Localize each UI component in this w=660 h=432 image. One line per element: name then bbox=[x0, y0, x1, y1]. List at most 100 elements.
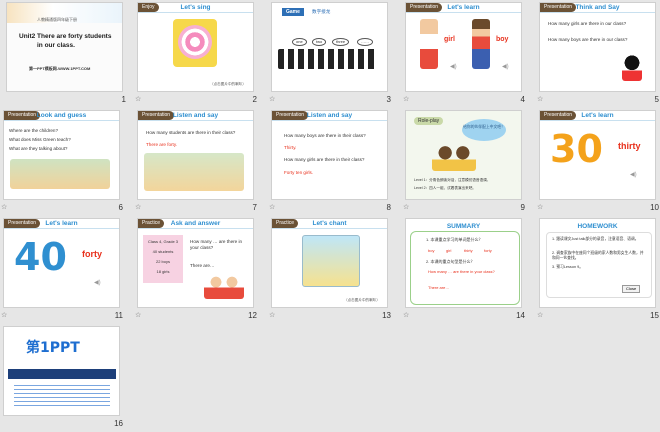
answer-2: Forty ten girls. bbox=[284, 170, 314, 175]
slide-thumbnail-11[interactable]: Presentation Let's learn 40 forty ◀) ☆ 11 bbox=[1, 216, 135, 324]
roleplay-label: Role-play bbox=[414, 117, 444, 125]
transition-icon: ☆ bbox=[537, 204, 544, 211]
slide-thumbnail-13[interactable]: Practice Let's chant （点击图片中的喇叭） ☆ 13 bbox=[269, 216, 403, 324]
slide-thumbnail-12[interactable]: Practice Ask and answer Class 4, Grade 3… bbox=[135, 216, 269, 324]
card-line: Class 4, Grade 3 bbox=[147, 239, 178, 244]
question-text: How many … are there in your class? bbox=[190, 239, 243, 250]
slide-number: 12 bbox=[248, 311, 257, 320]
bubble-more: …… bbox=[357, 38, 373, 46]
slide-14[interactable]: SUMMARY 1. 本课重点学习的单词是什么？ boy girl thirty… bbox=[405, 218, 522, 308]
slide-13[interactable]: Practice Let's chant （点击图片中的喇叭） bbox=[271, 218, 388, 308]
slide-title: HOMEWORK bbox=[577, 223, 618, 230]
speaker-icon[interactable]: ◀) bbox=[450, 63, 457, 70]
speaker-icon[interactable]: ◀) bbox=[502, 63, 509, 70]
slide-title: Let's chant bbox=[312, 220, 347, 227]
transition-icon: ☆ bbox=[135, 204, 142, 211]
question-1: How many boys are there in their class? bbox=[284, 133, 366, 138]
slide-16[interactable]: 第1PPT bbox=[3, 326, 120, 416]
big-number: 30 bbox=[550, 127, 603, 171]
slide-10[interactable]: Presentation Let's learn 30 thirty ◀) bbox=[539, 110, 656, 200]
kids-picture bbox=[204, 273, 244, 299]
slide-number: 10 bbox=[650, 203, 659, 212]
transition-icon: ☆ bbox=[403, 312, 410, 319]
slide-11[interactable]: Presentation Let's learn 40 forty ◀) bbox=[3, 218, 120, 308]
transition-icon: ☆ bbox=[269, 96, 276, 103]
slide-5[interactable]: Presentation Think and Say How many girl… bbox=[539, 2, 656, 92]
transition-icon: ☆ bbox=[1, 312, 8, 319]
card-line: 40 students bbox=[152, 249, 174, 254]
ppt-logo: 第1PPT bbox=[26, 340, 80, 356]
word-boy: boy bbox=[428, 248, 435, 253]
speaker-icon[interactable]: ◀) bbox=[630, 171, 637, 178]
slide-thumbnail-4[interactable]: Presentation Let's learn girl boy ◀) ◀) … bbox=[403, 0, 537, 108]
level-2: Level 2：四人一组，试着表演出来吧。 bbox=[414, 186, 476, 190]
bubble-three: three bbox=[332, 38, 350, 46]
slide-sorter-grid: 人教精通版四年级下册 Unit2 There are forty student… bbox=[0, 0, 660, 432]
slide-thumbnail-15[interactable]: HOMEWORK 1. 跟读课文Just talk部分的录音，注意语音、语调。 … bbox=[537, 216, 660, 324]
big-number: 40 bbox=[14, 235, 67, 279]
question-2: What does Miss Green teach? bbox=[9, 137, 71, 142]
close-button[interactable]: Close bbox=[622, 285, 641, 293]
number-word: thirty bbox=[618, 141, 641, 151]
transition-icon: ☆ bbox=[537, 96, 544, 103]
song-picture bbox=[173, 19, 217, 67]
slide-number: 4 bbox=[520, 95, 525, 104]
slide-number: 9 bbox=[520, 203, 525, 212]
slide-1[interactable]: 人教精通版四年级下册 Unit2 There are forty student… bbox=[6, 2, 123, 92]
question-1: How many girls are there in our class? bbox=[548, 21, 627, 26]
slide-3[interactable]: Game 数字接龙 one two three …… bbox=[271, 2, 388, 92]
slide-12[interactable]: Practice Ask and answer Class 4, Grade 3… bbox=[137, 218, 254, 308]
question-3: What are they talking about? bbox=[9, 146, 68, 151]
banner-bar bbox=[8, 369, 116, 379]
boy-picture bbox=[472, 19, 490, 69]
slide-9[interactable]: Role-play 给你的伙伴配上中文吧！ Level 1：分角色朗读对话，注意… bbox=[405, 110, 522, 200]
sentence-2: There are… bbox=[428, 285, 450, 290]
slide-thumbnail-2[interactable]: Enjoy Let's sing （点击图片中的喇叭） ☆ 2 bbox=[135, 0, 269, 108]
slide-thumbnail-6[interactable]: Presentation Look and guess Where are th… bbox=[1, 108, 135, 216]
link-list bbox=[14, 385, 110, 409]
transition-icon: ☆ bbox=[135, 312, 142, 319]
boy-word: boy bbox=[496, 36, 509, 43]
slide-7[interactable]: Presentation Listen and say How many stu… bbox=[137, 110, 254, 200]
game-title: 数字接龙 bbox=[312, 9, 331, 14]
slide-number: 14 bbox=[516, 311, 525, 320]
question-1: 1. 本课重点学习的单词是什么？ bbox=[426, 237, 483, 242]
transition-icon: ☆ bbox=[403, 96, 410, 103]
slide-thumbnail-7[interactable]: Presentation Listen and say How many stu… bbox=[135, 108, 269, 216]
subtitle-text: 人教精通版四年级下册 bbox=[37, 17, 77, 22]
slide-thumbnail-5[interactable]: Presentation Think and Say How many girl… bbox=[537, 0, 660, 108]
slide-title: Listen and say bbox=[172, 112, 219, 119]
slide-6[interactable]: Presentation Look and guess Where are th… bbox=[3, 110, 120, 200]
slide-thumbnail-3[interactable]: Game 数字接龙 one two three …… ☆ 3 bbox=[269, 0, 403, 108]
slide-title: Ask and answer bbox=[170, 220, 221, 227]
slide-thumbnail-1[interactable]: 人教精通版四年级下册 Unit2 There are forty student… bbox=[4, 0, 138, 108]
transition-icon: ☆ bbox=[269, 312, 276, 319]
slide-number: 2 bbox=[252, 95, 257, 104]
game-label: Game bbox=[282, 8, 304, 16]
slide-number: 7 bbox=[252, 203, 257, 212]
slide-number: 5 bbox=[654, 95, 659, 104]
speaker-icon[interactable]: ◀) bbox=[94, 279, 101, 286]
homework-item-2: 2. 调查家族中在座同个班级的家人数和男女生人数，并和同一伙查找。 bbox=[552, 251, 644, 260]
slide-number: 15 bbox=[650, 311, 659, 320]
slide-title: Look and guess bbox=[36, 112, 87, 119]
question-2: How many girls are there in their class? bbox=[284, 157, 365, 162]
slide-number: 16 bbox=[114, 419, 123, 428]
slide-4[interactable]: Presentation Let's learn girl boy ◀) ◀) bbox=[405, 2, 522, 92]
class-info-card: Class 4, Grade 3 40 students 22 boys 18 … bbox=[143, 235, 183, 283]
slide-2[interactable]: Enjoy Let's sing （点击图片中的喇叭） bbox=[137, 2, 254, 92]
slide-thumbnail-9[interactable]: Role-play 给你的伙伴配上中文吧！ Level 1：分角色朗读对话，注意… bbox=[403, 108, 537, 216]
slide-number: 6 bbox=[118, 203, 123, 212]
kids-picture bbox=[432, 145, 476, 171]
slide-thumbnail-8[interactable]: Presentation Listen and say How many boy… bbox=[269, 108, 403, 216]
slide-number: 1 bbox=[121, 95, 126, 104]
slide-thumbnail-10[interactable]: Presentation Let's learn 30 thirty ◀) ☆ 1… bbox=[537, 108, 660, 216]
bubble-one: one bbox=[292, 38, 307, 46]
slide-8[interactable]: Presentation Listen and say How many boy… bbox=[271, 110, 388, 200]
question-1: How many students are there in their cla… bbox=[146, 130, 236, 135]
mickey-picture bbox=[622, 55, 642, 81]
slide-15[interactable]: HOMEWORK 1. 跟读课文Just talk部分的录音，注意语音、语调。 … bbox=[539, 218, 656, 308]
slide-number: 11 bbox=[114, 311, 123, 320]
slide-thumbnail-14[interactable]: SUMMARY 1. 本课重点学习的单词是什么？ boy girl thirty… bbox=[403, 216, 537, 324]
slide-thumbnail-16[interactable]: 第1PPT 16 bbox=[1, 324, 135, 432]
